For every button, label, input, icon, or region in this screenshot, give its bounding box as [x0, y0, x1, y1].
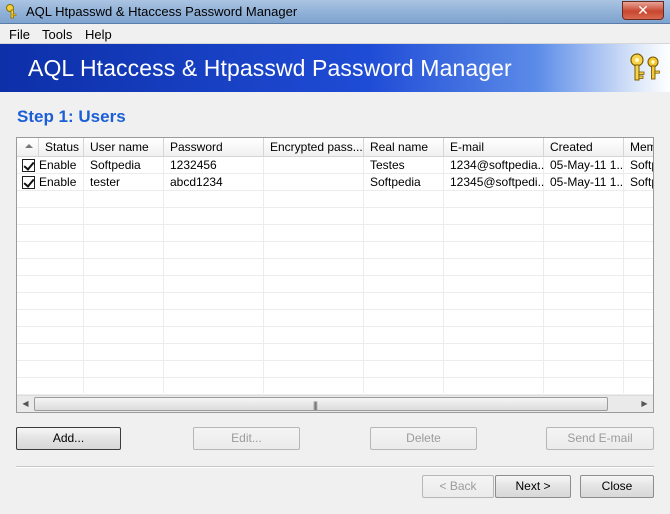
table-row[interactable]: Enable tester abcd1234 Softpedia 12345@s…: [17, 174, 653, 191]
users-grid[interactable]: Status User name Password Encrypted pass…: [16, 137, 654, 413]
window-title: AQL Htpasswd & Htaccess Password Manager: [26, 4, 298, 19]
window-close-button[interactable]: ✕: [622, 1, 664, 20]
cell-memo: Softp: [630, 158, 653, 172]
next-button[interactable]: Next >: [495, 475, 571, 498]
column-header-created[interactable]: Created: [544, 138, 624, 157]
cell-password: 1232456: [170, 158, 217, 172]
cell-created: 05-May-11 1...: [550, 175, 624, 189]
column-header-real-name[interactable]: Real name: [364, 138, 444, 157]
divider: [16, 466, 654, 468]
empty-row: [17, 276, 653, 293]
empty-row: [17, 310, 653, 327]
empty-row: [17, 344, 653, 361]
header-banner: AQL Htaccess & Htpasswd Password Manager: [0, 44, 670, 92]
empty-row: [17, 259, 653, 276]
column-header-username[interactable]: User name: [84, 138, 164, 157]
scroll-right-arrow-icon[interactable]: ▶: [636, 396, 653, 412]
edit-user-button[interactable]: Edit...: [193, 427, 300, 450]
column-header-status[interactable]: Status: [39, 138, 84, 157]
grid-rows: Enable Softpedia 1232456 Testes 1234@sof…: [17, 157, 653, 395]
delete-user-button[interactable]: Delete: [370, 427, 477, 450]
cell-encrypted-password: [264, 174, 364, 191]
column-header-password[interactable]: Password: [164, 138, 264, 157]
empty-row: [17, 327, 653, 344]
send-email-button[interactable]: Send E-mail: [546, 427, 654, 450]
keys-icon: [630, 53, 660, 81]
content-panel: Step 1: Users Status User name Password …: [0, 92, 670, 514]
cell-username: tester: [90, 175, 121, 189]
menu-tools[interactable]: Tools: [42, 27, 72, 42]
cell-real-name: Testes: [370, 158, 405, 172]
cell-status: Enable: [39, 175, 77, 189]
menu-file[interactable]: File: [9, 27, 30, 42]
sort-indicator-cell[interactable]: [17, 138, 39, 157]
cell-memo: Softp: [630, 175, 653, 189]
close-icon: ✕: [637, 2, 649, 18]
banner-title: AQL Htaccess & Htpasswd Password Manager: [28, 55, 512, 81]
cell-status: Enable: [39, 158, 77, 172]
table-row[interactable]: Enable Softpedia 1232456 Testes 1234@sof…: [17, 157, 653, 174]
empty-row: [17, 242, 653, 259]
scroll-left-arrow-icon[interactable]: ◀: [17, 396, 34, 412]
grid-header: Status User name Password Encrypted pass…: [17, 138, 653, 157]
menu-help[interactable]: Help: [85, 27, 112, 42]
cell-password: abcd1234: [170, 175, 223, 189]
menu-bar: File Tools Help: [0, 24, 670, 44]
scrollbar-grip: |||: [313, 400, 318, 410]
column-header-memo[interactable]: Memo: [624, 138, 653, 157]
app-key-icon: [6, 4, 17, 19]
empty-row: [17, 225, 653, 242]
empty-row: [17, 293, 653, 310]
empty-row: [17, 208, 653, 225]
add-user-button[interactable]: Add...: [16, 427, 121, 450]
cell-username: Softpedia: [90, 158, 141, 172]
cell-real-name: Softpedia: [370, 175, 421, 189]
horizontal-scrollbar[interactable]: ◀ ||| ▶: [17, 395, 653, 412]
cell-encrypted-password: [264, 157, 364, 174]
cell-email: 12345@softpedi...: [450, 175, 544, 189]
empty-row: [17, 191, 653, 208]
step-title: Step 1: Users: [17, 107, 126, 126]
cell-email: 1234@softpedia....: [450, 158, 544, 172]
sort-arrow-icon: [25, 144, 33, 148]
column-header-email[interactable]: E-mail: [444, 138, 544, 157]
column-header-encrypted-password[interactable]: Encrypted pass...: [264, 138, 364, 157]
back-button[interactable]: < Back: [422, 475, 494, 498]
empty-row: [17, 378, 653, 395]
cell-created: 05-May-11 1...: [550, 158, 624, 172]
scrollbar-thumb[interactable]: |||: [34, 397, 608, 411]
title-bar: AQL Htpasswd & Htaccess Password Manager…: [0, 0, 670, 24]
empty-row: [17, 361, 653, 378]
close-button[interactable]: Close: [580, 475, 654, 498]
